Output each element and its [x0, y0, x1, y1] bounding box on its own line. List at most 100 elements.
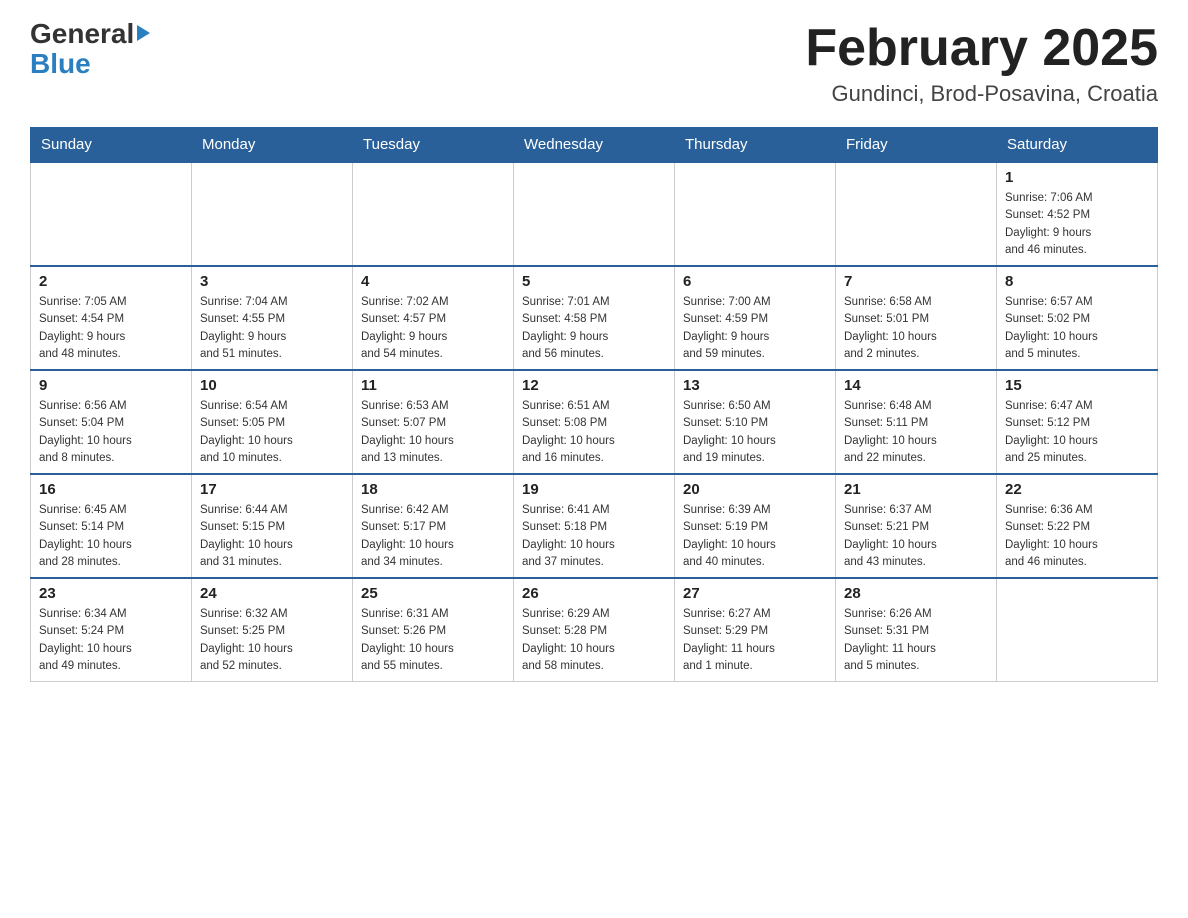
- calendar-day-cell: 18 Sunrise: 6:42 AMSunset: 5:17 PMDayligh…: [353, 474, 514, 578]
- day-number: 17: [200, 481, 344, 498]
- day-number: 27: [683, 585, 827, 602]
- day-info: Sunrise: 7:01 AMSunset: 4:58 PMDaylight:…: [522, 294, 666, 363]
- calendar-day-cell: [997, 578, 1158, 682]
- day-number: 2: [39, 273, 183, 290]
- day-number: 28: [844, 585, 988, 602]
- day-number: 23: [39, 585, 183, 602]
- calendar-day-cell: [353, 162, 514, 266]
- calendar-day-cell: 2 Sunrise: 7:05 AMSunset: 4:54 PMDaylight…: [31, 266, 192, 370]
- day-info: Sunrise: 6:47 AMSunset: 5:12 PMDaylight:…: [1005, 398, 1149, 467]
- day-number: 13: [683, 377, 827, 394]
- day-number: 5: [522, 273, 666, 290]
- header-monday: Monday: [192, 128, 353, 163]
- calendar-day-cell: 23 Sunrise: 6:34 AMSunset: 5:24 PMDayligh…: [31, 578, 192, 682]
- day-number: 15: [1005, 377, 1149, 394]
- calendar-day-cell: [675, 162, 836, 266]
- day-info: Sunrise: 7:06 AMSunset: 4:52 PMDaylight:…: [1005, 190, 1149, 259]
- calendar-day-cell: 14Sunrise: 6:48 AMSunset: 5:11 PMDayligh…: [836, 370, 997, 474]
- header-wednesday: Wednesday: [514, 128, 675, 163]
- calendar-day-cell: 28 Sunrise: 6:26 AMSunset: 5:31 PMDayligh…: [836, 578, 997, 682]
- calendar-week-row: 1 Sunrise: 7:06 AMSunset: 4:52 PMDaylight…: [31, 162, 1158, 266]
- calendar-week-row: 23 Sunrise: 6:34 AMSunset: 5:24 PMDayligh…: [31, 578, 1158, 682]
- calendar-day-cell: 7 Sunrise: 6:58 AMSunset: 5:01 PMDaylight…: [836, 266, 997, 370]
- calendar-day-cell: 10Sunrise: 6:54 AMSunset: 5:05 PMDayligh…: [192, 370, 353, 474]
- calendar-day-cell: [836, 162, 997, 266]
- day-info: Sunrise: 7:02 AMSunset: 4:57 PMDaylight:…: [361, 294, 505, 363]
- logo-triangle-icon: [137, 25, 150, 41]
- logo-general-text: General: [30, 20, 134, 48]
- calendar-day-cell: 27 Sunrise: 6:27 AMSunset: 5:29 PMDayligh…: [675, 578, 836, 682]
- day-number: 18: [361, 481, 505, 498]
- calendar-day-cell: 26 Sunrise: 6:29 AMSunset: 5:28 PMDayligh…: [514, 578, 675, 682]
- day-info: Sunrise: 6:39 AMSunset: 5:19 PMDaylight:…: [683, 502, 827, 571]
- calendar-day-cell: 19 Sunrise: 6:41 AMSunset: 5:18 PMDayligh…: [514, 474, 675, 578]
- day-info: Sunrise: 7:00 AMSunset: 4:59 PMDaylight:…: [683, 294, 827, 363]
- day-number: 22: [1005, 481, 1149, 498]
- day-number: 3: [200, 273, 344, 290]
- day-info: Sunrise: 6:57 AMSunset: 5:02 PMDaylight:…: [1005, 294, 1149, 363]
- header-sunday: Sunday: [31, 128, 192, 163]
- day-info: Sunrise: 6:32 AMSunset: 5:25 PMDaylight:…: [200, 606, 344, 675]
- day-number: 24: [200, 585, 344, 602]
- page-header: General Blue February 2025 Gundinci, Bro…: [30, 20, 1158, 107]
- calendar-day-cell: 9 Sunrise: 6:56 AMSunset: 5:04 PMDaylight…: [31, 370, 192, 474]
- calendar-week-row: 2 Sunrise: 7:05 AMSunset: 4:54 PMDaylight…: [31, 266, 1158, 370]
- day-info: Sunrise: 6:56 AMSunset: 5:04 PMDaylight:…: [39, 398, 183, 467]
- calendar-day-cell: [31, 162, 192, 266]
- weekday-header-row: Sunday Monday Tuesday Wednesday Thursday…: [31, 128, 1158, 163]
- day-info: Sunrise: 6:27 AMSunset: 5:29 PMDaylight:…: [683, 606, 827, 675]
- day-number: 6: [683, 273, 827, 290]
- day-number: 7: [844, 273, 988, 290]
- day-number: 11: [361, 377, 505, 394]
- day-info: Sunrise: 6:31 AMSunset: 5:26 PMDaylight:…: [361, 606, 505, 675]
- calendar-day-cell: [192, 162, 353, 266]
- day-number: 26: [522, 585, 666, 602]
- calendar-day-cell: 1 Sunrise: 7:06 AMSunset: 4:52 PMDaylight…: [997, 162, 1158, 266]
- day-info: Sunrise: 7:04 AMSunset: 4:55 PMDaylight:…: [200, 294, 344, 363]
- calendar-day-cell: 3 Sunrise: 7:04 AMSunset: 4:55 PMDaylight…: [192, 266, 353, 370]
- calendar-week-row: 16 Sunrise: 6:45 AMSunset: 5:14 PMDayligh…: [31, 474, 1158, 578]
- calendar-day-cell: 16 Sunrise: 6:45 AMSunset: 5:14 PMDayligh…: [31, 474, 192, 578]
- day-info: Sunrise: 6:29 AMSunset: 5:28 PMDaylight:…: [522, 606, 666, 675]
- day-number: 1: [1005, 169, 1149, 186]
- day-number: 19: [522, 481, 666, 498]
- calendar-table: Sunday Monday Tuesday Wednesday Thursday…: [30, 127, 1158, 682]
- calendar-day-cell: 25 Sunrise: 6:31 AMSunset: 5:26 PMDayligh…: [353, 578, 514, 682]
- calendar-day-cell: 5 Sunrise: 7:01 AMSunset: 4:58 PMDaylight…: [514, 266, 675, 370]
- day-number: 10: [200, 377, 344, 394]
- day-number: 8: [1005, 273, 1149, 290]
- header-thursday: Thursday: [675, 128, 836, 163]
- calendar-day-cell: 21 Sunrise: 6:37 AMSunset: 5:21 PMDayligh…: [836, 474, 997, 578]
- day-info: Sunrise: 6:26 AMSunset: 5:31 PMDaylight:…: [844, 606, 988, 675]
- day-info: Sunrise: 6:51 AMSunset: 5:08 PMDaylight:…: [522, 398, 666, 467]
- calendar-day-cell: 24 Sunrise: 6:32 AMSunset: 5:25 PMDayligh…: [192, 578, 353, 682]
- day-info: Sunrise: 7:05 AMSunset: 4:54 PMDaylight:…: [39, 294, 183, 363]
- day-info: Sunrise: 6:36 AMSunset: 5:22 PMDaylight:…: [1005, 502, 1149, 571]
- calendar-day-cell: 13 Sunrise: 6:50 AMSunset: 5:10 PMDayligh…: [675, 370, 836, 474]
- header-saturday: Saturday: [997, 128, 1158, 163]
- calendar-day-cell: 8 Sunrise: 6:57 AMSunset: 5:02 PMDaylight…: [997, 266, 1158, 370]
- location-subtitle: Gundinci, Brod-Posavina, Croatia: [805, 81, 1158, 107]
- day-info: Sunrise: 6:45 AMSunset: 5:14 PMDaylight:…: [39, 502, 183, 571]
- calendar-day-cell: 20Sunrise: 6:39 AMSunset: 5:19 PMDayligh…: [675, 474, 836, 578]
- day-info: Sunrise: 6:42 AMSunset: 5:17 PMDaylight:…: [361, 502, 505, 571]
- day-info: Sunrise: 6:53 AMSunset: 5:07 PMDaylight:…: [361, 398, 505, 467]
- day-number: 9: [39, 377, 183, 394]
- day-info: Sunrise: 6:58 AMSunset: 5:01 PMDaylight:…: [844, 294, 988, 363]
- calendar-day-cell: 15 Sunrise: 6:47 AMSunset: 5:12 PMDayligh…: [997, 370, 1158, 474]
- day-info: Sunrise: 6:37 AMSunset: 5:21 PMDaylight:…: [844, 502, 988, 571]
- day-number: 25: [361, 585, 505, 602]
- header-friday: Friday: [836, 128, 997, 163]
- day-number: 21: [844, 481, 988, 498]
- calendar-day-cell: 4Sunrise: 7:02 AMSunset: 4:57 PMDaylight…: [353, 266, 514, 370]
- day-info: Sunrise: 6:34 AMSunset: 5:24 PMDaylight:…: [39, 606, 183, 675]
- day-info: Sunrise: 6:50 AMSunset: 5:10 PMDaylight:…: [683, 398, 827, 467]
- day-number: 14: [844, 377, 988, 394]
- calendar-day-cell: 11 Sunrise: 6:53 AMSunset: 5:07 PMDayligh…: [353, 370, 514, 474]
- calendar-day-cell: 17Sunrise: 6:44 AMSunset: 5:15 PMDayligh…: [192, 474, 353, 578]
- logo-blue-text: Blue: [30, 48, 91, 79]
- day-number: 12: [522, 377, 666, 394]
- day-info: Sunrise: 6:41 AMSunset: 5:18 PMDaylight:…: [522, 502, 666, 571]
- day-number: 16: [39, 481, 183, 498]
- logo: General Blue: [30, 20, 150, 78]
